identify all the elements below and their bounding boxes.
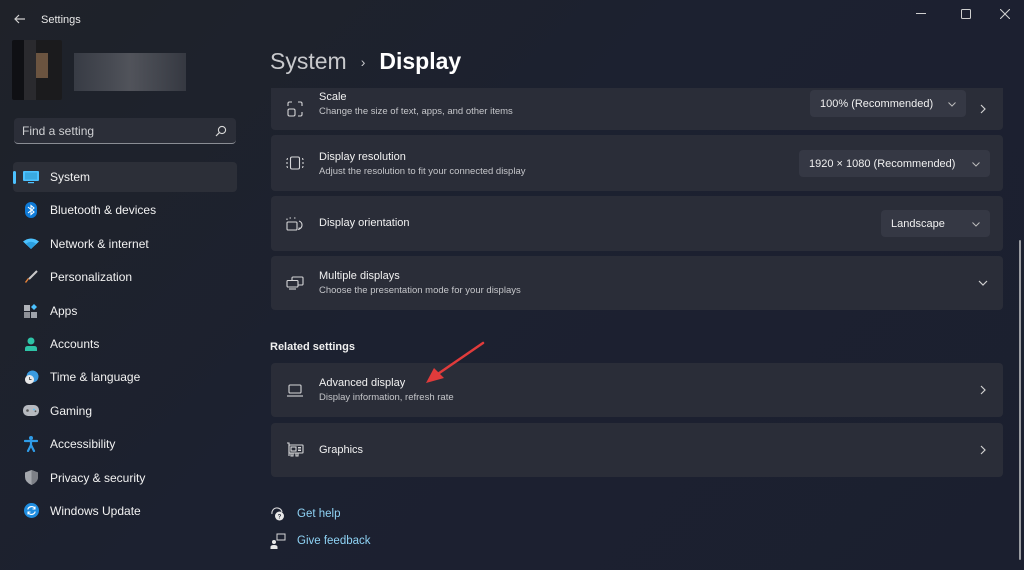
chevron-down-icon	[972, 218, 980, 230]
chevron-right-icon[interactable]	[977, 103, 989, 115]
avatar	[12, 40, 62, 100]
title-bar: Settings	[0, 0, 1024, 40]
svg-text:?: ?	[278, 515, 282, 521]
search-box[interactable]	[14, 118, 236, 144]
sidebar-item-label: Apps	[50, 303, 78, 318]
sidebar-item-time-language[interactable]: Time & language	[13, 362, 237, 392]
sidebar-item-label: Gaming	[50, 403, 93, 418]
chevron-right-icon[interactable]	[977, 384, 989, 396]
give-feedback-label: Give feedback	[297, 535, 371, 547]
search-input[interactable]	[22, 123, 214, 138]
setting-scale[interactable]: Scale Change the size of text, apps, and…	[271, 88, 1003, 130]
orientation-dropdown[interactable]: Landscape	[881, 210, 990, 237]
setting-title: Display orientation	[319, 217, 410, 229]
monitor-icon	[23, 169, 39, 185]
sidebar-item-gaming[interactable]: Gaming	[13, 396, 237, 426]
breadcrumb: System › Display	[270, 48, 461, 75]
expand-chevron-icon[interactable]	[977, 277, 989, 289]
setting-subtitle: Display information, refresh rate	[319, 392, 454, 403]
clock-globe-icon	[23, 369, 39, 385]
related-settings-heading: Related settings	[270, 341, 355, 353]
scale-dropdown-value: 100% (Recommended)	[820, 97, 934, 110]
apps-icon	[23, 303, 39, 319]
setting-subtitle: Change the size of text, apps, and other…	[319, 106, 513, 117]
setting-display-orientation[interactable]: Display orientation Landscape	[271, 196, 1003, 251]
bluetooth-icon	[23, 202, 39, 219]
sidebar-item-privacy-security[interactable]: Privacy & security	[13, 463, 237, 493]
chevron-down-icon	[972, 158, 980, 170]
sidebar-item-label: System	[50, 170, 91, 184]
related-graphics[interactable]: Graphics	[271, 423, 1003, 477]
get-help-label: Get help	[297, 508, 341, 520]
search-icon[interactable]	[214, 124, 228, 138]
give-feedback-link[interactable]: Give feedback	[270, 533, 371, 549]
breadcrumb-separator: ›	[360, 53, 366, 70]
sidebar-item-label: Accessibility	[50, 437, 116, 452]
setting-multiple-displays[interactable]: Multiple displays Choose the presentatio…	[271, 256, 1003, 310]
sidebar-item-apps[interactable]: Apps	[13, 296, 237, 326]
person-icon	[23, 336, 39, 352]
sidebar-item-personalization[interactable]: Personalization	[13, 262, 237, 292]
sidebar-item-label: Time & language	[50, 370, 141, 385]
shield-icon	[23, 470, 39, 486]
page-title: Display	[379, 48, 462, 74]
related-advanced-display[interactable]: Advanced display Display information, re…	[271, 363, 1003, 417]
sidebar-item-network[interactable]: Network & internet	[13, 229, 237, 259]
scrollbar[interactable]	[1019, 240, 1021, 560]
minimize-icon	[916, 13, 926, 14]
chevron-down-icon	[948, 98, 956, 110]
wifi-icon	[23, 236, 39, 252]
accessibility-icon	[23, 436, 39, 453]
laptop-icon	[285, 380, 305, 400]
close-button[interactable]	[982, 0, 1024, 28]
user-profile[interactable]	[12, 40, 242, 104]
multiple-displays-icon	[285, 273, 305, 293]
get-help-link[interactable]: ? Get help	[270, 506, 340, 522]
setting-title: Display resolution	[319, 151, 406, 163]
feedback-icon	[270, 533, 286, 549]
setting-title: Graphics	[319, 444, 364, 456]
graphics-card-icon	[285, 440, 305, 460]
scale-icon	[285, 99, 305, 119]
orientation-dropdown-value: Landscape	[891, 217, 945, 230]
minimize-button[interactable]	[898, 0, 944, 28]
maximize-icon	[961, 9, 971, 19]
setting-title: Multiple displays	[319, 270, 400, 282]
sidebar-item-label: Privacy & security	[50, 470, 146, 485]
setting-display-resolution[interactable]: Display resolution Adjust the resolution…	[271, 135, 1003, 191]
sidebar-item-bluetooth[interactable]: Bluetooth & devices	[13, 195, 237, 225]
sidebar-item-label: Accounts	[50, 336, 100, 351]
chevron-right-icon[interactable]	[977, 444, 989, 456]
sidebar-item-accounts[interactable]: Accounts	[13, 329, 237, 359]
help-icon: ?	[270, 506, 286, 522]
update-icon	[23, 503, 39, 519]
paintbrush-icon	[23, 269, 39, 285]
breadcrumb-parent[interactable]: System	[270, 48, 347, 75]
sidebar-item-label: Bluetooth & devices	[50, 203, 157, 218]
resolution-icon	[285, 153, 305, 173]
gamepad-icon	[23, 403, 39, 419]
setting-subtitle: Adjust the resolution to fit your connec…	[319, 166, 526, 177]
close-icon	[1000, 9, 1010, 19]
sidebar-item-system[interactable]: System	[13, 162, 237, 192]
back-button[interactable]	[10, 9, 30, 29]
setting-subtitle: Choose the presentation mode for your di…	[319, 285, 521, 296]
app-title: Settings	[41, 14, 81, 26]
sidebar-item-windows-update[interactable]: Windows Update	[13, 496, 237, 526]
setting-title: Advanced display	[319, 377, 406, 389]
sidebar-item-label: Network & internet	[50, 236, 149, 251]
setting-title: Scale	[319, 91, 347, 103]
back-arrow-icon	[14, 14, 25, 24]
resolution-dropdown[interactable]: 1920 × 1080 (Recommended)	[799, 150, 990, 177]
scale-dropdown[interactable]: 100% (Recommended)	[810, 90, 966, 117]
sidebar-item-accessibility[interactable]: Accessibility	[13, 429, 237, 459]
sidebar-item-label: Windows Update	[50, 503, 141, 518]
sidebar-item-label: Personalization	[50, 270, 133, 285]
user-info-redacted	[74, 53, 186, 91]
sidebar-nav: System Bluetooth & devices Network & int…	[13, 162, 237, 529]
orientation-icon	[285, 214, 305, 234]
resolution-dropdown-value: 1920 × 1080 (Recommended)	[809, 157, 956, 170]
